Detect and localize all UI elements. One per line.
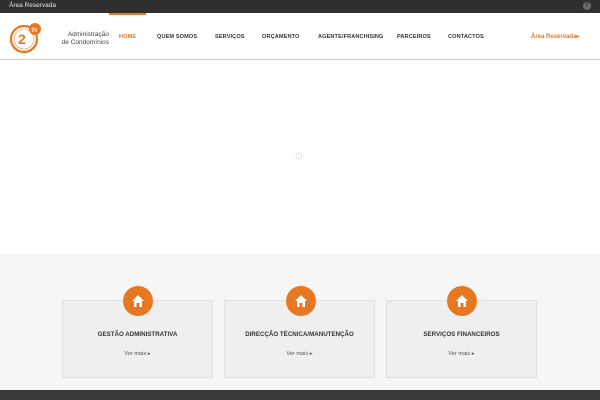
reserved-area-link[interactable]: Área Reservada▸ [531, 33, 579, 40]
svg-text:2s: 2s [32, 28, 38, 34]
ver-mais-link[interactable]: Ver mais ▸ [225, 351, 374, 357]
logo-text: Administração de Condomínios [49, 31, 109, 47]
service-title: SERVIÇOS FINANCEIROS [423, 331, 500, 338]
nav-parceiros[interactable]: PARCEIROS [397, 34, 431, 40]
ver-mais-link[interactable]: Ver mais ▸ [63, 351, 212, 357]
service-title: GESTÃO ADMINISTRATIVA [97, 331, 178, 338]
top-bar: Área Reservada f [0, 0, 600, 13]
logo-line-2: de Condomínios [61, 39, 109, 46]
ver-mais-link[interactable]: Ver mais ▸ [387, 351, 536, 357]
nav-home[interactable]: HOME [119, 34, 136, 40]
home-icon [123, 286, 153, 316]
footer-bar [0, 390, 600, 400]
home-icon [447, 286, 477, 316]
site-logo[interactable]: 2 2s Administração de Condomínios [9, 21, 109, 55]
services-section: GESTÃO ADMINISTRATIVA Ver mais ▸ DIRECÇÃ… [0, 254, 600, 390]
site-header: 2 2s Administração de Condomínios HOME Q… [0, 13, 600, 60]
nav-agente-franchising[interactable]: AGENTE/FRANCHISING [318, 34, 384, 40]
nav-contactos[interactable]: CONTACTOS [448, 34, 484, 40]
nav-quem-somos[interactable]: QUEM SOMOS [157, 34, 197, 40]
home-icon [286, 286, 316, 316]
loading-spinner-icon [295, 152, 303, 160]
service-title: DIRECÇÃO TÉCNICA/MANUTENÇÃO [245, 331, 354, 338]
nav-active-indicator [109, 13, 146, 15]
nav-servicos[interactable]: SERVIÇOS [215, 34, 245, 40]
caret-right-icon: ▸ [309, 351, 313, 357]
reserved-area-top-link[interactable]: Área Reservada [9, 2, 56, 9]
caret-right-icon: ▸ [147, 351, 151, 357]
nav-orcamento[interactable]: ORÇAMENTO [262, 34, 299, 40]
caret-right-icon: ▸ [471, 351, 475, 357]
logo-line-1: Administração [67, 31, 109, 38]
logo-mark-icon: 2 2s [9, 23, 41, 54]
facebook-icon[interactable]: f [583, 2, 591, 10]
reserved-area-label: Área Reservada [531, 34, 577, 40]
caret-right-icon: ▸ [576, 34, 580, 40]
svg-text:2: 2 [18, 31, 26, 47]
